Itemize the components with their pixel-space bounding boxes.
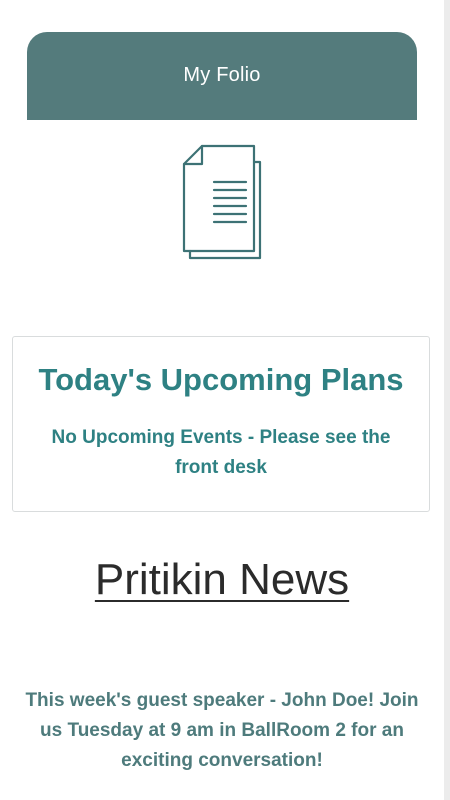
news-title-link[interactable]: Pritikin News [0, 552, 444, 608]
scrollbar-track[interactable] [444, 0, 450, 800]
my-folio-button[interactable]: My Folio [27, 32, 417, 120]
upcoming-plans-card: Today's Upcoming Plans No Upcoming Event… [12, 336, 430, 512]
upcoming-plans-title: Today's Upcoming Plans [38, 362, 404, 397]
news-announcement: This week's guest speaker - John Doe! Jo… [25, 690, 419, 771]
no-events-message: No Upcoming Events - Please see the fron… [51, 427, 391, 478]
folio-page: My Folio Today's Upcoming Plans No Upcom… [0, 0, 450, 800]
document-icon[interactable] [180, 144, 264, 262]
my-folio-label: My Folio [183, 63, 261, 86]
